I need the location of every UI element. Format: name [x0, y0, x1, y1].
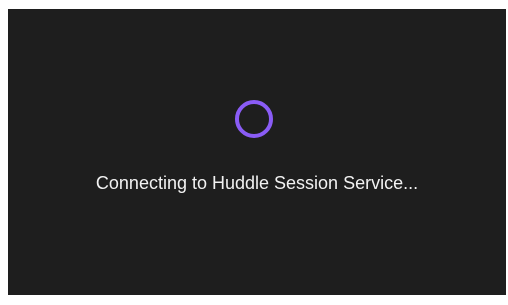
connecting-screen: Connecting to Huddle Session Service... — [8, 9, 506, 295]
loading-spinner-icon — [235, 100, 273, 138]
connection-status-text: Connecting to Huddle Session Service... — [95, 173, 419, 193]
